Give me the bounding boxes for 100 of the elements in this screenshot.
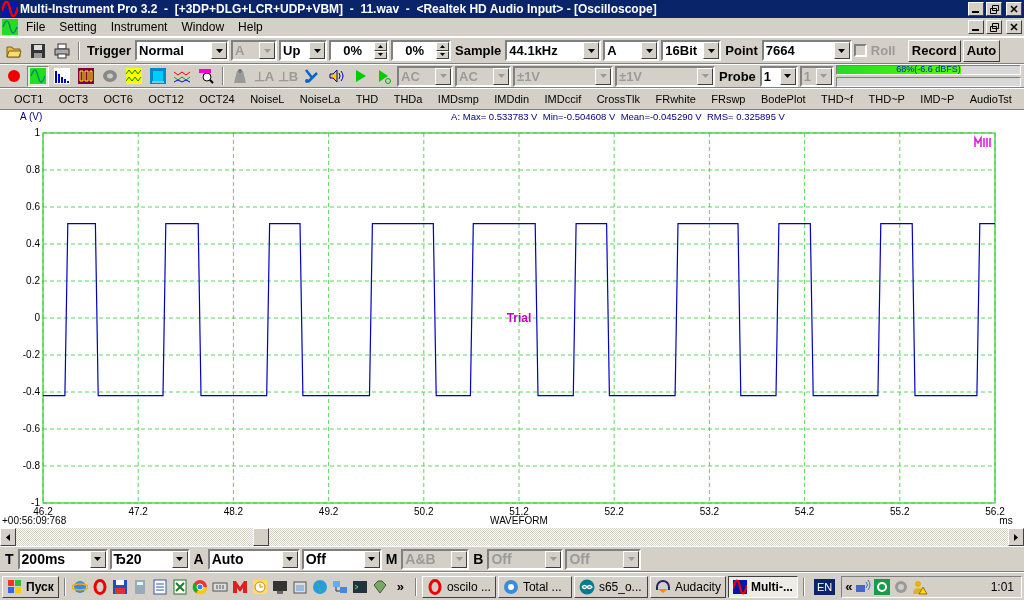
tick-label: 46.2 bbox=[33, 506, 53, 517]
taskbar-button[interactable]: s65_o... bbox=[573, 575, 648, 598]
dropdown[interactable]: Auto bbox=[207, 548, 300, 570]
toolbar-label: B bbox=[472, 551, 485, 567]
stats-line: A: Max= 0.533783 V Min=-0.504608 V Mean=-0.045290 V RMS= 0.325895 V bbox=[451, 111, 785, 122]
bar-chart-icon bbox=[54, 68, 70, 84]
toolbar-label: Probe bbox=[718, 68, 757, 84]
analyzer-button[interactable]: NoiseLa bbox=[299, 93, 341, 105]
restore-button[interactable] bbox=[986, 2, 1002, 16]
dropdown[interactable]: Ђ20 bbox=[109, 548, 190, 570]
scroll-left-button[interactable] bbox=[0, 528, 16, 546]
analyzer-button[interactable]: FRswp bbox=[711, 93, 746, 105]
analyzer-button[interactable]: OCT24 bbox=[199, 93, 235, 105]
user-warning-icon bbox=[912, 578, 929, 595]
clock-icon bbox=[251, 578, 268, 595]
caret-icon bbox=[94, 557, 102, 561]
axis-title: A (V) bbox=[20, 111, 43, 122]
toolbar-button[interactable]: Record bbox=[907, 39, 961, 62]
window-title: Multi-Instrument Pro 3.2 - [+3DP+DLG+LCR+UDP+VBM] - 11.wav - <Realtek HD Audio Input> - [Oscilloscope] bbox=[20, 2, 658, 16]
restore-button[interactable] bbox=[986, 20, 1002, 34]
caret-icon bbox=[215, 48, 223, 53]
dropdown[interactable]: 44.1kHz bbox=[505, 40, 602, 61]
up-arrow-icon bbox=[440, 44, 446, 48]
axis-title: WAVEFORM bbox=[490, 515, 548, 526]
analyzer-button[interactable]: IMDsmp bbox=[437, 93, 479, 105]
analyzer-button[interactable]: OCT12 bbox=[148, 93, 184, 105]
caret-icon bbox=[263, 48, 271, 53]
caret-icon bbox=[599, 74, 607, 78]
taskbar-button[interactable]: Audacity bbox=[649, 575, 726, 598]
tick-label: 0.2 bbox=[26, 275, 40, 286]
language-indicator[interactable]: EN bbox=[813, 578, 836, 595]
analyzer-button[interactable]: THD~f bbox=[821, 93, 854, 105]
close-button[interactable] bbox=[1006, 2, 1022, 16]
down-arrow-icon bbox=[378, 53, 384, 57]
menu-item[interactable]: Window bbox=[175, 20, 231, 34]
up-arrow-icon bbox=[378, 44, 384, 48]
analyzer-button[interactable]: OCT1 bbox=[14, 93, 44, 105]
tick-label: -1 bbox=[31, 497, 40, 508]
dropdown[interactable]: 16Bit bbox=[661, 40, 722, 61]
tick-label: 0.8 bbox=[26, 164, 40, 175]
toolbar-label: A bbox=[192, 551, 205, 567]
toolbar-label: Trigger bbox=[86, 43, 133, 58]
tool-button[interactable] bbox=[75, 65, 97, 87]
tool-button[interactable] bbox=[51, 40, 73, 61]
gem-icon bbox=[371, 578, 388, 595]
menu-item[interactable]: Help bbox=[232, 20, 269, 34]
network-icon bbox=[331, 578, 348, 595]
dropdown[interactable]: Up bbox=[279, 40, 328, 61]
dropdown[interactable]: 7664 bbox=[761, 40, 852, 61]
analyzer-button[interactable]: BodePlot bbox=[760, 93, 806, 105]
taskbar-button[interactable]: oscilo ... bbox=[421, 575, 496, 598]
scroll-thumb[interactable] bbox=[253, 528, 269, 546]
caret-icon bbox=[313, 48, 321, 53]
dropdown[interactable]: 200ms bbox=[17, 548, 108, 570]
trial-label: Trial bbox=[506, 311, 532, 325]
tick-label: 54.2 bbox=[794, 506, 815, 517]
dropdown[interactable]: 1 bbox=[759, 65, 798, 87]
analyzer-button[interactable]: OCT3 bbox=[58, 93, 89, 105]
dropdown[interactable]: A bbox=[603, 40, 660, 61]
analyzer-button[interactable]: AudioTst bbox=[969, 93, 1012, 105]
toolbar-button[interactable]: Auto bbox=[962, 39, 1001, 62]
caret-icon bbox=[497, 74, 505, 78]
close-button[interactable] bbox=[1006, 20, 1022, 34]
tick-label: -0.4 bbox=[22, 386, 40, 397]
analyzer-button[interactable]: OCT6 bbox=[103, 93, 133, 105]
dropdown[interactable]: Off bbox=[301, 548, 382, 570]
timestamp: +00:56:09:768 bbox=[2, 515, 67, 526]
analyzer-button[interactable]: IMD~P bbox=[920, 93, 955, 105]
minimize-button[interactable] bbox=[968, 20, 984, 34]
spin-field[interactable]: 0% bbox=[391, 40, 452, 61]
analyzer-button[interactable]: THDa bbox=[393, 93, 423, 105]
restore-icon bbox=[989, 4, 999, 14]
scroll-right-button[interactable] bbox=[1008, 528, 1024, 546]
tick-label: 0.6 bbox=[26, 201, 40, 212]
circle-icon bbox=[191, 578, 208, 595]
menu-item[interactable]: Instrument bbox=[104, 20, 174, 34]
caret-icon bbox=[645, 48, 653, 53]
network-icon bbox=[855, 578, 872, 595]
minimize-button[interactable] bbox=[968, 2, 984, 16]
spin-field[interactable]: 0% bbox=[329, 40, 390, 61]
expand-button[interactable]: « bbox=[845, 579, 853, 594]
analyzer-button[interactable]: IMDdin bbox=[494, 93, 530, 105]
menu-item[interactable]: Setting bbox=[53, 20, 103, 34]
analyzer-button[interactable]: CrossTlk bbox=[596, 93, 641, 105]
start-button[interactable]: Пуск bbox=[2, 575, 59, 598]
taskbar-button[interactable]: Multi-... bbox=[727, 575, 798, 598]
analyzer-button[interactable]: THD bbox=[355, 93, 379, 105]
analyzer-button[interactable]: NoiseL bbox=[250, 93, 285, 105]
taskbar-button[interactable]: Total ... bbox=[497, 575, 572, 598]
analyzer-button[interactable]: FRwhite bbox=[655, 93, 696, 105]
analyzer-button[interactable]: THD~P bbox=[868, 93, 905, 105]
waveform-icon bbox=[126, 68, 142, 84]
toolbar-label: M bbox=[384, 551, 399, 567]
tool-button[interactable] bbox=[51, 65, 73, 87]
dropdown[interactable]: Normal bbox=[135, 40, 230, 61]
overflow-button[interactable]: » bbox=[396, 579, 404, 594]
floppy-icon bbox=[30, 42, 46, 59]
tick-label: 55.2 bbox=[890, 506, 910, 517]
menu-item[interactable]: File bbox=[20, 20, 52, 34]
analyzer-button[interactable]: IMDccif bbox=[544, 93, 582, 105]
